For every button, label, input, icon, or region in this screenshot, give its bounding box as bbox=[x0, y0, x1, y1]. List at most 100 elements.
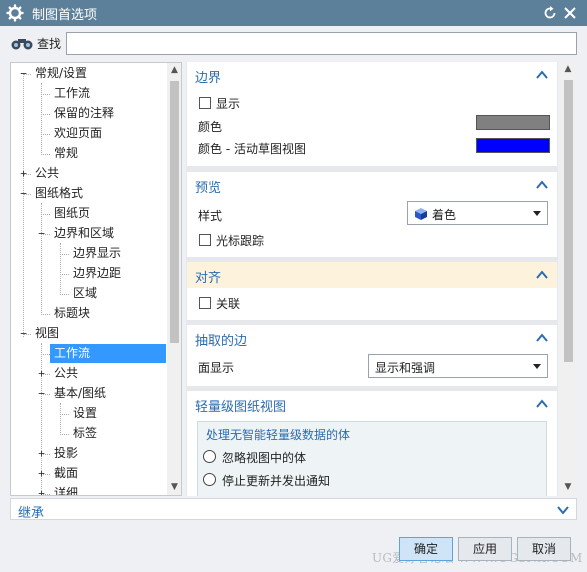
tree-item-label: 边界和区域 bbox=[54, 226, 115, 240]
collapse-icon[interactable]: − bbox=[19, 68, 28, 79]
collapse-icon[interactable]: − bbox=[37, 388, 46, 399]
tree-item[interactable]: 基本/图纸 bbox=[50, 384, 110, 403]
tree-item-label: 常规 bbox=[54, 146, 79, 160]
chevron-up-icon[interactable] bbox=[535, 178, 549, 192]
preview-style-dropdown[interactable]: 着色 bbox=[407, 201, 548, 225]
tree-item[interactable]: 图纸页 bbox=[50, 204, 94, 223]
face-display-label: 面显示 bbox=[198, 361, 235, 375]
tree-item[interactable]: 投影 bbox=[50, 444, 82, 463]
scroll-down-icon[interactable]: ▼ bbox=[563, 482, 573, 492]
apply-button[interactable]: 应用 bbox=[458, 537, 512, 561]
associate-label: 关联 bbox=[216, 297, 241, 311]
tree-item-label: 边界边距 bbox=[73, 266, 122, 280]
collapse-icon[interactable]: − bbox=[19, 188, 28, 199]
face-display-value: 显示和强调 bbox=[375, 361, 436, 375]
border-display-label: 显示 bbox=[216, 97, 241, 111]
inherit-title: 继承 bbox=[18, 506, 45, 521]
dropdown-arrow-icon bbox=[533, 364, 541, 369]
tree-item-label: 标签 bbox=[73, 426, 98, 440]
border-color-label: 颜色 bbox=[198, 120, 223, 134]
tree-item[interactable]: 常规/设置 bbox=[31, 64, 91, 83]
expand-icon[interactable]: + bbox=[37, 468, 46, 479]
tree-item[interactable]: 标题块 bbox=[50, 304, 94, 323]
tree-scroll-thumb[interactable] bbox=[170, 81, 179, 343]
ignore-bodies-label: 忽略视图中的体 bbox=[222, 451, 307, 465]
face-display-dropdown[interactable]: 显示和强调 bbox=[368, 354, 548, 378]
align-section: 对齐 关联 bbox=[187, 262, 557, 320]
tree-item-label: 标题块 bbox=[54, 306, 91, 320]
tree-item[interactable]: 区域 bbox=[69, 284, 101, 303]
tree-item[interactable]: 常规 bbox=[50, 144, 82, 163]
category-tree[interactable]: 常规/设置 − 工作流 保留的注释 欢迎页面 常规 公共 + 图纸格式 − 图纸页 边界和区域 − 边界显… bbox=[10, 62, 182, 496]
preview-section-header[interactable]: 预览 bbox=[187, 172, 557, 198]
close-icon[interactable] bbox=[562, 5, 578, 21]
tree-item[interactable]: 标签 bbox=[69, 424, 101, 443]
tree-item[interactable]: 公共 bbox=[50, 364, 82, 383]
tree-item-label: 保留的注释 bbox=[54, 106, 115, 120]
tree-item-label: 截面 bbox=[54, 466, 79, 480]
border-color-swatch[interactable] bbox=[476, 115, 550, 130]
gear-icon[interactable] bbox=[6, 4, 24, 22]
scroll-up-icon[interactable]: ▲ bbox=[170, 65, 179, 75]
ignore-bodies-radio[interactable] bbox=[203, 450, 216, 463]
tree-item[interactable]: 视图 bbox=[31, 324, 63, 343]
settings-scrollbar[interactable]: ▲ ▼ bbox=[560, 62, 576, 496]
lightweight-section-header[interactable]: 轻量级图纸视图 bbox=[187, 391, 557, 417]
extracted-edges-section: 抽取的边 面显示 显示和强调 bbox=[187, 325, 557, 386]
tree-item-label: 图纸页 bbox=[54, 206, 91, 220]
tree-item[interactable]: 设置 bbox=[69, 404, 101, 423]
chevron-up-icon[interactable] bbox=[535, 331, 549, 345]
collapse-icon[interactable]: − bbox=[37, 228, 46, 239]
tree-item-label: 设置 bbox=[73, 406, 98, 420]
align-section-header[interactable]: 对齐 bbox=[187, 262, 557, 288]
expand-icon[interactable]: + bbox=[37, 368, 46, 379]
tree-item-label: 工作流 bbox=[54, 346, 91, 360]
tree-item[interactable]: 边界和区域 bbox=[50, 224, 118, 243]
stop-update-label: 停止更新并发出通知 bbox=[222, 474, 331, 488]
border-display-checkbox[interactable] bbox=[199, 97, 211, 109]
preview-section-title: 预览 bbox=[195, 181, 222, 196]
border-section-header[interactable]: 边界 bbox=[187, 62, 557, 88]
collapse-icon[interactable]: − bbox=[19, 328, 28, 339]
ok-button[interactable]: 确定 bbox=[399, 537, 453, 561]
border-section-title: 边界 bbox=[195, 71, 222, 86]
chevron-up-icon[interactable] bbox=[535, 68, 549, 82]
cancel-button[interactable]: 取消 bbox=[517, 537, 571, 561]
scroll-down-icon[interactable]: ▼ bbox=[170, 482, 179, 492]
scroll-up-icon[interactable]: ▲ bbox=[563, 64, 573, 74]
border-section: 边界 显示 颜色 颜色 - 活动草图视图 bbox=[187, 62, 557, 166]
tree-item[interactable]: 欢迎页面 bbox=[50, 124, 106, 143]
align-section-title: 对齐 bbox=[195, 271, 222, 286]
tree-item-label: 公共 bbox=[35, 166, 60, 180]
tree-item[interactable]: 工作流 bbox=[50, 84, 94, 103]
chevron-down-icon[interactable] bbox=[556, 503, 570, 517]
chevron-up-icon[interactable] bbox=[535, 268, 549, 282]
settings-scroll-thumb[interactable] bbox=[564, 80, 573, 362]
stop-update-radio[interactable] bbox=[203, 473, 216, 486]
expand-icon[interactable]: + bbox=[37, 488, 46, 495]
tree-item[interactable]: 公共 bbox=[31, 164, 63, 183]
cursor-track-checkbox[interactable] bbox=[199, 234, 211, 246]
title-bar: 制图首选项 bbox=[0, 0, 587, 26]
expand-icon[interactable]: + bbox=[37, 448, 46, 459]
associate-checkbox[interactable] bbox=[199, 297, 211, 309]
tree-item-label: 工作流 bbox=[54, 86, 91, 100]
reset-icon[interactable] bbox=[542, 5, 558, 21]
tree-item[interactable]: 详细 bbox=[50, 484, 82, 495]
expand-icon[interactable]: + bbox=[19, 168, 28, 179]
binoculars-icon bbox=[11, 39, 33, 50]
tree-item[interactable]: 保留的注释 bbox=[50, 104, 118, 123]
chevron-up-icon[interactable] bbox=[535, 397, 549, 411]
tree-item[interactable]: 边界显示 bbox=[69, 244, 125, 263]
tree-item[interactable]: 工作流 bbox=[50, 344, 166, 363]
search-input[interactable] bbox=[66, 32, 577, 55]
tree-item[interactable]: 截面 bbox=[50, 464, 82, 483]
tree-item-label: 欢迎页面 bbox=[54, 126, 103, 140]
extracted-edges-header[interactable]: 抽取的边 bbox=[187, 325, 557, 351]
lightweight-section: 轻量级图纸视图 处理无智能轻量级数据的体 忽略视图中的体 停止更新并发出通知 bbox=[187, 391, 557, 496]
inherit-section-header[interactable]: 继承 bbox=[10, 498, 577, 521]
tree-scrollbar[interactable]: ▲ ▼ bbox=[167, 63, 181, 495]
tree-item[interactable]: 边界边距 bbox=[69, 264, 125, 283]
tree-item[interactable]: 图纸格式 bbox=[31, 184, 87, 203]
active-sketch-color-swatch[interactable] bbox=[476, 138, 550, 153]
